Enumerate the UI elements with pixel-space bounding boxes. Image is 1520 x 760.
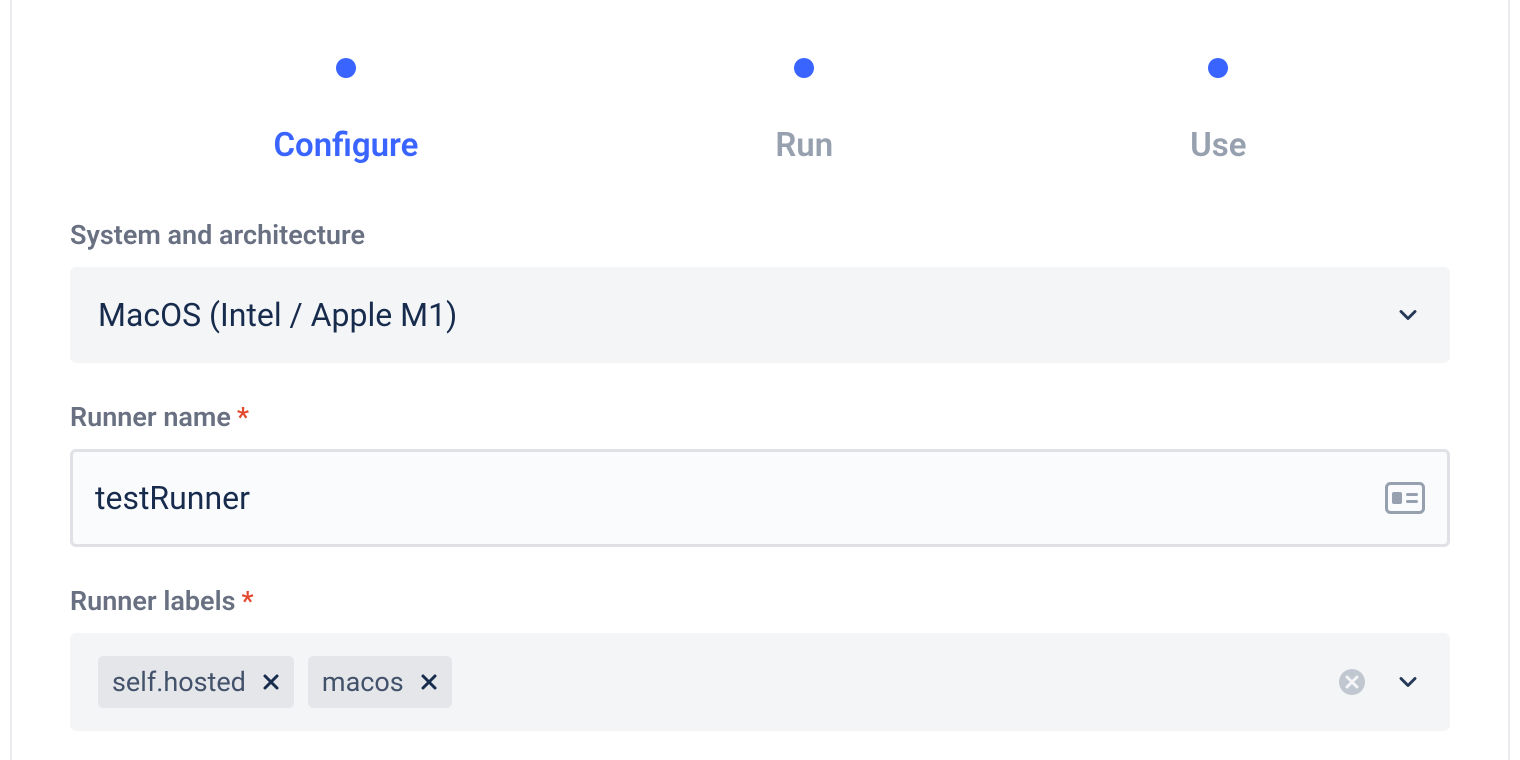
label-text: Runner labels (70, 585, 235, 617)
id-card-icon (1385, 482, 1425, 514)
field-runner-labels: Runner labels* self.hosted macos (70, 585, 1450, 731)
form-content: System and architecture MacOS (Intel / A… (70, 219, 1450, 731)
field-label: System and architecture (70, 219, 1450, 251)
step-label: Configure (273, 126, 418, 165)
clear-all-icon[interactable] (1338, 668, 1366, 696)
remove-tag-icon[interactable] (262, 673, 280, 691)
field-system-architecture: System and architecture MacOS (Intel / A… (70, 219, 1450, 363)
field-label: Runner labels* (70, 585, 1450, 617)
label-text: Runner name (70, 401, 231, 433)
runner-name-input[interactable] (95, 479, 1385, 517)
step-label: Use (1190, 126, 1246, 165)
step-dot-icon (336, 58, 356, 78)
field-runner-name: Runner name* (70, 401, 1450, 547)
required-asterisk: * (237, 401, 249, 433)
runner-name-input-wrap (70, 449, 1450, 547)
tag-self-hosted: self.hosted (98, 656, 294, 708)
step-dot-icon (794, 58, 814, 78)
wizard-stepper: Configure Run Use (95, 0, 1425, 219)
chevron-down-icon (1394, 668, 1422, 696)
chevron-down-icon (1394, 301, 1422, 329)
tag-text: self.hosted (112, 666, 246, 698)
step-configure[interactable]: Configure (273, 58, 418, 165)
remove-tag-icon[interactable] (420, 673, 438, 691)
step-use[interactable]: Use (1190, 58, 1246, 165)
system-select[interactable]: MacOS (Intel / Apple M1) (70, 267, 1450, 363)
step-dot-icon (1208, 58, 1228, 78)
field-label: Runner name* (70, 401, 1450, 433)
tag-macos: macos (308, 656, 452, 708)
runner-labels-select[interactable]: self.hosted macos (70, 633, 1450, 731)
required-asterisk: * (241, 585, 253, 617)
runner-config-modal: Configure Run Use System and architectur… (10, 0, 1510, 760)
select-value: MacOS (Intel / Apple M1) (98, 296, 457, 334)
step-label: Run (775, 126, 833, 165)
tags-area: self.hosted macos (98, 656, 1326, 708)
tag-text: macos (322, 666, 404, 698)
step-run[interactable]: Run (775, 58, 833, 165)
